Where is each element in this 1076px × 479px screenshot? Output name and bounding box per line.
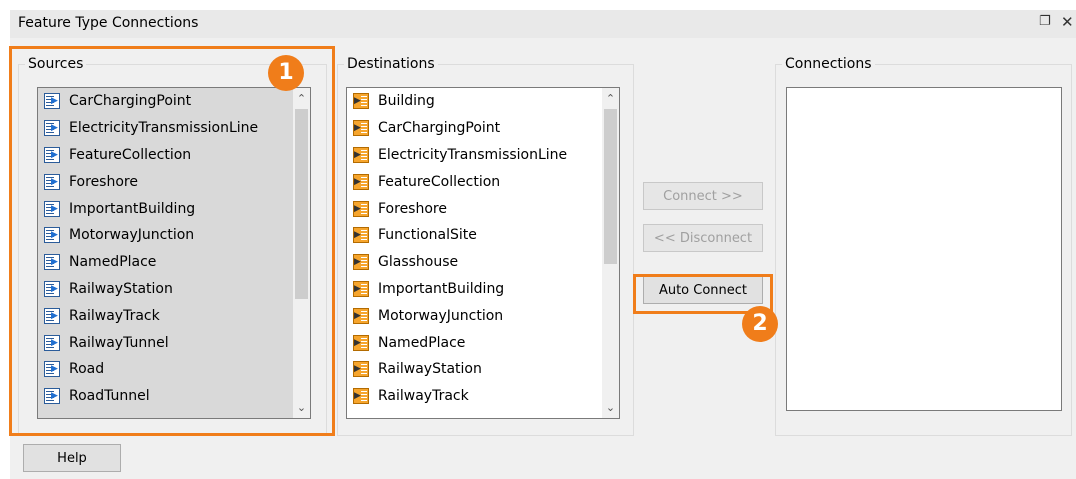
destinations-label: Destinations [344, 55, 438, 73]
feature-type-destination-icon [353, 254, 369, 271]
list-item[interactable]: Glasshouse [347, 249, 602, 276]
list-item[interactable]: Foreshore [347, 195, 602, 222]
scroll-thumb[interactable] [604, 109, 617, 264]
window-titlebar: Feature Type Connections ❐ ✕ [10, 10, 1076, 39]
connections-label: Connections [782, 55, 875, 73]
list-item-label: FeatureCollection [378, 173, 501, 190]
list-item[interactable]: ElectricityTransmissionLine [347, 142, 602, 169]
destinations-list[interactable]: Building CarChargingPoint ElectricityTrans… [346, 87, 620, 419]
list-item-label: ElectricityTransmissionLine [378, 146, 568, 163]
destinations-scrollbar[interactable]: ⌃ ⌄ [602, 88, 619, 418]
feature-type-destination-icon [353, 173, 369, 190]
destinations-items: Building CarChargingPoint ElectricityTrans… [347, 88, 602, 410]
list-item[interactable]: RailwayStation [347, 356, 602, 383]
close-icon[interactable]: ✕ [1061, 13, 1074, 31]
feature-type-destination-icon [353, 280, 369, 297]
restore-icon[interactable]: ❐ [1039, 14, 1051, 29]
feature-type-destination-icon [353, 307, 369, 324]
feature-type-destination-icon [353, 361, 369, 378]
feature-type-destination-icon [353, 388, 369, 405]
list-item[interactable]: CarChargingPoint [347, 115, 602, 142]
list-item[interactable]: ImportantBuilding [347, 276, 602, 303]
list-item-label: RailwayTrack [378, 388, 469, 405]
disconnect-button[interactable]: << Disconnect [643, 224, 763, 252]
list-item[interactable]: FunctionalSite [347, 222, 602, 249]
scroll-up-icon[interactable]: ⌃ [602, 90, 619, 107]
list-item[interactable]: Building [347, 88, 602, 115]
feature-type-destination-icon [353, 93, 369, 110]
feature-type-destination-icon [353, 146, 369, 163]
callout-highlight-sources [9, 46, 335, 436]
help-button[interactable]: Help [23, 444, 121, 472]
list-item[interactable]: MotorwayJunction [347, 302, 602, 329]
feature-type-destination-icon [353, 120, 369, 137]
list-item-label: Building [378, 93, 435, 110]
list-item-label: Foreshore [378, 200, 447, 217]
list-item[interactable]: FeatureCollection [347, 168, 602, 195]
connect-button[interactable]: Connect >> [643, 182, 763, 210]
feature-type-destination-icon [353, 227, 369, 244]
list-item-label: FunctionalSite [378, 227, 477, 244]
connections-list[interactable] [786, 87, 1062, 411]
window-title: Feature Type Connections [18, 15, 199, 31]
destinations-group: Destinations Building CarChargingPoint Ele… [337, 55, 634, 436]
callout-badge-1: 1 [268, 55, 304, 91]
scroll-down-icon[interactable]: ⌄ [602, 399, 619, 416]
feature-type-destination-icon [353, 200, 369, 217]
callout-badge-2: 2 [742, 306, 778, 342]
list-item-label: RailwayStation [378, 361, 482, 378]
dialog-content: Sources CarChargingPointElectricityTrans… [9, 38, 1076, 479]
connections-group: Connections [775, 55, 1072, 436]
feature-type-destination-icon [353, 334, 369, 351]
list-item-label: MotorwayJunction [378, 307, 504, 324]
list-item-label: ImportantBuilding [378, 280, 505, 297]
list-item[interactable]: RailwayTrack [347, 383, 602, 410]
list-item-label: Glasshouse [378, 254, 459, 271]
list-item-label: CarChargingPoint [378, 120, 501, 137]
list-item[interactable]: NamedPlace [347, 329, 602, 356]
list-item-label: NamedPlace [378, 334, 466, 351]
